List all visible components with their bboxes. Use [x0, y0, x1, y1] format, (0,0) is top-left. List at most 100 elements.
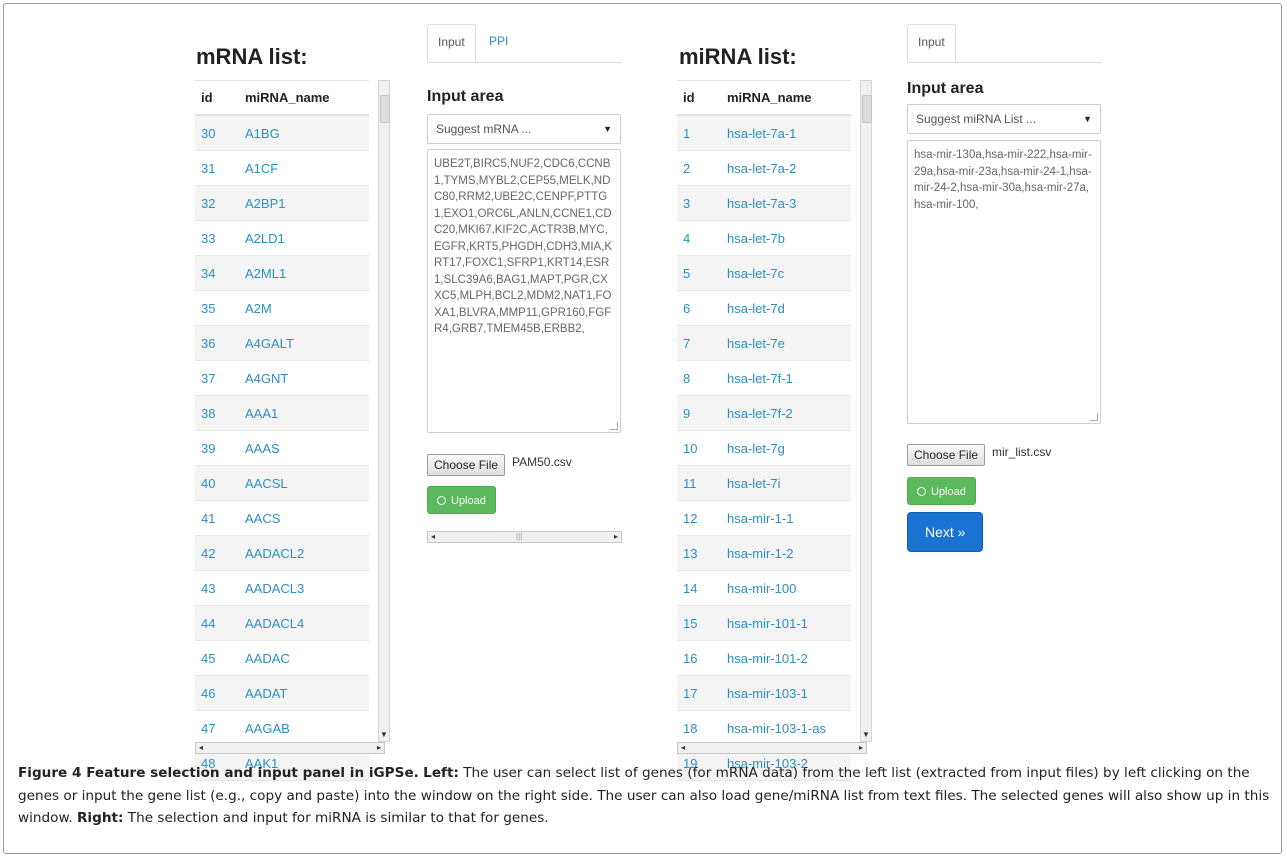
- table-row[interactable]: 44 AADACL4: [195, 606, 369, 641]
- table-row[interactable]: 40 AACSL: [195, 466, 369, 501]
- table-row[interactable]: 36 A4GALT: [195, 326, 369, 361]
- resize-handle-icon[interactable]: [610, 422, 618, 430]
- mrna-upload-button[interactable]: Upload: [427, 486, 496, 514]
- table-row[interactable]: 14 hsa-mir-100: [677, 571, 851, 606]
- table-row[interactable]: 46 AADAT: [195, 676, 369, 711]
- row-name[interactable]: AADACL4: [245, 616, 369, 631]
- row-name[interactable]: hsa-let-7d: [727, 301, 851, 316]
- mirna-horizontal-scrollbar[interactable]: ◂ ▸: [677, 742, 867, 754]
- row-name[interactable]: AAA1: [245, 406, 369, 421]
- row-name[interactable]: hsa-let-7c: [727, 266, 851, 281]
- mirna-choose-file-button[interactable]: Choose File: [907, 444, 986, 466]
- row-name[interactable]: hsa-let-7i: [727, 476, 851, 491]
- row-name[interactable]: A1CF: [245, 161, 369, 176]
- row-name[interactable]: hsa-mir-103-1: [727, 686, 851, 701]
- scroll-thumb[interactable]: [862, 95, 872, 123]
- row-name[interactable]: hsa-mir-103-1-as: [727, 721, 851, 736]
- table-row[interactable]: 37 A4GNT: [195, 361, 369, 396]
- row-name[interactable]: hsa-mir-101-2: [727, 651, 851, 666]
- table-row[interactable]: 3 hsa-let-7a-3: [677, 186, 851, 221]
- table-row[interactable]: 16 hsa-mir-101-2: [677, 641, 851, 676]
- row-name[interactable]: AADAC: [245, 651, 369, 666]
- row-name[interactable]: A4GNT: [245, 371, 369, 386]
- scroll-left-arrow-icon[interactable]: ◂: [199, 743, 203, 753]
- row-name[interactable]: A2BP1: [245, 196, 369, 211]
- mirna-vertical-scrollbar[interactable]: ▼: [860, 80, 872, 742]
- table-row[interactable]: 32 A2BP1: [195, 186, 369, 221]
- table-row[interactable]: 39 AAAS: [195, 431, 369, 466]
- table-row[interactable]: 12 hsa-mir-1-1: [677, 501, 851, 536]
- row-name[interactable]: A2ML1: [245, 266, 369, 281]
- scroll-left-arrow-icon[interactable]: ◂: [681, 743, 685, 753]
- mrna-choose-file-button[interactable]: Choose File: [427, 454, 506, 476]
- scroll-thumb[interactable]: [380, 95, 390, 123]
- row-name[interactable]: hsa-mir-1-1: [727, 511, 851, 526]
- mrna-vertical-scrollbar[interactable]: ▼: [378, 80, 390, 742]
- table-row[interactable]: 35 A2M: [195, 291, 369, 326]
- row-name[interactable]: hsa-let-7a-2: [727, 161, 851, 176]
- table-row[interactable]: 5 hsa-let-7c: [677, 256, 851, 291]
- scroll-right-arrow-icon[interactable]: ▸: [377, 743, 381, 753]
- row-name[interactable]: AACSL: [245, 476, 369, 491]
- suggest-mirna-select[interactable]: Suggest miRNA List ... ▼: [907, 104, 1101, 134]
- table-row[interactable]: 6 hsa-let-7d: [677, 291, 851, 326]
- row-name[interactable]: hsa-let-7f-2: [727, 406, 851, 421]
- resize-handle-icon[interactable]: [1090, 413, 1098, 421]
- scroll-down-arrow-icon[interactable]: ▼: [380, 730, 388, 740]
- scroll-right-arrow-icon[interactable]: ▸: [614, 532, 618, 542]
- mrna-horizontal-scrollbar[interactable]: ◂ ▸: [195, 742, 385, 754]
- row-name[interactable]: hsa-mir-1-2: [727, 546, 851, 561]
- row-name[interactable]: A2LD1: [245, 231, 369, 246]
- table-row[interactable]: 38 AAA1: [195, 396, 369, 431]
- mirna-input-textarea[interactable]: hsa-mir-130a,hsa-mir-222,hsa-mir-29a,hsa…: [907, 140, 1101, 424]
- table-row[interactable]: 10 hsa-let-7g: [677, 431, 851, 466]
- next-button[interactable]: Next »: [907, 512, 984, 552]
- table-row[interactable]: 9 hsa-let-7f-2: [677, 396, 851, 431]
- table-row[interactable]: 47 AAGAB: [195, 711, 369, 746]
- table-row[interactable]: 7 hsa-let-7e: [677, 326, 851, 361]
- suggest-mrna-select[interactable]: Suggest mRNA ... ▼: [427, 114, 621, 144]
- tab-input[interactable]: Input: [427, 24, 476, 62]
- table-row[interactable]: 42 AADACL2: [195, 536, 369, 571]
- row-name[interactable]: AACS: [245, 511, 369, 526]
- table-row[interactable]: 8 hsa-let-7f-1: [677, 361, 851, 396]
- scroll-grip-icon[interactable]: |||: [516, 532, 522, 542]
- table-row[interactable]: 43 AADACL3: [195, 571, 369, 606]
- row-name[interactable]: AADACL3: [245, 581, 369, 596]
- table-row[interactable]: 15 hsa-mir-101-1: [677, 606, 851, 641]
- row-name[interactable]: AAAS: [245, 441, 369, 456]
- row-name[interactable]: AADAT: [245, 686, 369, 701]
- table-row[interactable]: 17 hsa-mir-103-1: [677, 676, 851, 711]
- row-name[interactable]: hsa-let-7a-1: [727, 126, 851, 141]
- row-name[interactable]: AAGAB: [245, 721, 369, 736]
- row-name[interactable]: hsa-mir-100: [727, 581, 851, 596]
- row-name[interactable]: AADACL2: [245, 546, 369, 561]
- table-row[interactable]: 31 A1CF: [195, 151, 369, 186]
- scroll-right-arrow-icon[interactable]: ▸: [859, 743, 863, 753]
- table-row[interactable]: 34 A2ML1: [195, 256, 369, 291]
- table-row[interactable]: 11 hsa-let-7i: [677, 466, 851, 501]
- scroll-left-arrow-icon[interactable]: ◂: [431, 532, 435, 542]
- table-row[interactable]: 45 AADAC: [195, 641, 369, 676]
- table-row[interactable]: 13 hsa-mir-1-2: [677, 536, 851, 571]
- table-row[interactable]: 30 A1BG: [195, 116, 369, 151]
- table-row[interactable]: 18 hsa-mir-103-1-as: [677, 711, 851, 746]
- tab-input[interactable]: Input: [907, 24, 956, 62]
- row-name[interactable]: hsa-let-7a-3: [727, 196, 851, 211]
- row-name[interactable]: A1BG: [245, 126, 369, 141]
- row-name[interactable]: A4GALT: [245, 336, 369, 351]
- table-row[interactable]: 1 hsa-let-7a-1: [677, 116, 851, 151]
- mrna-input-textarea[interactable]: UBE2T,BIRC5,NUF2,CDC6,CCNB1,TYMS,MYBL2,C…: [427, 149, 621, 433]
- row-name[interactable]: hsa-let-7f-1: [727, 371, 851, 386]
- table-row[interactable]: 2 hsa-let-7a-2: [677, 151, 851, 186]
- row-name[interactable]: hsa-let-7g: [727, 441, 851, 456]
- table-row[interactable]: 41 AACS: [195, 501, 369, 536]
- mrna-input-horizontal-scrollbar[interactable]: ◂ ||| ▸: [427, 531, 622, 543]
- row-name[interactable]: hsa-let-7e: [727, 336, 851, 351]
- mirna-upload-button[interactable]: Upload: [907, 477, 976, 505]
- table-row[interactable]: 33 A2LD1: [195, 221, 369, 256]
- tab-ppi[interactable]: PPI: [479, 24, 518, 62]
- table-row[interactable]: 4 hsa-let-7b: [677, 221, 851, 256]
- row-name[interactable]: A2M: [245, 301, 369, 316]
- scroll-down-arrow-icon[interactable]: ▼: [862, 730, 870, 740]
